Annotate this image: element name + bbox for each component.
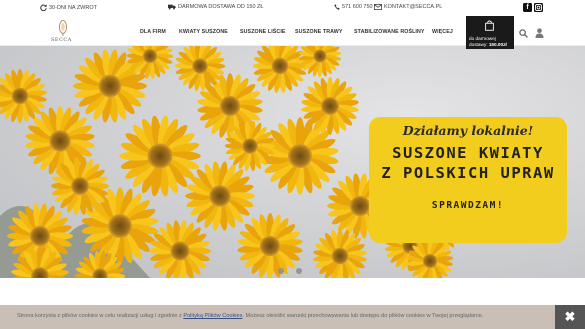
- cookie-text-before: Strona korzysta z plików cookies w celu …: [17, 313, 184, 319]
- search-icon[interactable]: [519, 29, 528, 38]
- top-info-bar: 30-DNI NA ZWROT DARMOWA DOSTAWA OD 150 Z…: [0, 0, 585, 16]
- instagram-icon[interactable]: [534, 3, 543, 12]
- facebook-icon[interactable]: f: [523, 3, 532, 12]
- promo-title-line2: Z POLSKICH UPRAW: [381, 164, 555, 182]
- logo-emblem-icon: [58, 20, 68, 36]
- promo-cta-button[interactable]: SPRAWDZAM!: [369, 200, 567, 211]
- truck-icon: [168, 4, 176, 10]
- phone-link[interactable]: 571 600 750: [334, 4, 373, 10]
- nav-item-dla-firm[interactable]: DLA FIRM: [140, 29, 166, 35]
- content-area: [0, 278, 585, 305]
- envelope-icon: [374, 4, 382, 10]
- logo-text: SECCA: [51, 37, 72, 43]
- nav-item-wiecej[interactable]: WIĘCEJ: [432, 29, 453, 35]
- slider-dot-3[interactable]: [296, 268, 302, 274]
- cookie-text-after: . Możesz określić warunki przechowywania…: [242, 313, 484, 319]
- email-text: KONTAKT@SECCA.PL: [384, 4, 443, 10]
- returns-text: 30-DNI NA ZWROT: [49, 4, 97, 11]
- nav-item-suszone-liscie[interactable]: SUSZONE LIŚCIE: [240, 29, 286, 35]
- delivery-info: DARMOWA DOSTAWA OD 150 ZŁ: [168, 4, 263, 10]
- promo-banner: Działamy lokalnie! SUSZONE KWIATY Z POLS…: [369, 117, 567, 243]
- slider-dot-1[interactable]: [278, 268, 284, 274]
- slider-dots: [278, 268, 302, 274]
- shopping-bag-icon: [485, 20, 494, 31]
- nav-item-kwiaty-suszone[interactable]: KWIATY SUSZONE: [179, 29, 228, 35]
- email-link[interactable]: KONTAKT@SECCA.PL: [374, 4, 442, 10]
- phone-text: 571 600 750: [342, 4, 373, 10]
- cart-button[interactable]: do darmowej dostawy: 150.00zł: [466, 16, 514, 49]
- returns-info: 30-DNI NA ZWROT: [40, 4, 97, 11]
- hero-slider[interactable]: Działamy lokalnie! SUSZONE KWIATY Z POLS…: [0, 46, 585, 278]
- user-icon[interactable]: [535, 28, 544, 38]
- promo-title: SUSZONE KWIATY Z POLSKICH UPRAW: [369, 143, 567, 183]
- promo-subtitle: Działamy lokalnie!: [402, 123, 534, 138]
- cart-free-delivery-amount: dostawy: 150.00zł: [469, 42, 512, 48]
- cookie-banner: Strona korzysta z plików cookies w celu …: [0, 305, 585, 329]
- delivery-text: DARMOWA DOSTAWA OD 150 ZŁ: [178, 4, 264, 10]
- cookie-policy-link[interactable]: Polityką Plików Cookies: [183, 313, 242, 319]
- refresh-icon: [40, 4, 47, 11]
- cart-amount: 150.00zł: [488, 42, 507, 47]
- nav-item-suszone-trawy[interactable]: SUSZONE TRAWY: [295, 29, 343, 35]
- close-icon[interactable]: ✖: [555, 305, 585, 329]
- cookie-message: Strona korzysta z plików cookies w celu …: [17, 313, 483, 319]
- phone-icon: [334, 4, 340, 10]
- nav-item-stabilizowane-rosliny[interactable]: STABILIZOWANE ROŚLINY: [354, 29, 425, 35]
- cart-amount-prefix: dostawy:: [469, 42, 489, 47]
- promo-title-line1: SUSZONE KWIATY: [392, 144, 544, 162]
- slider-dot-2[interactable]: [287, 268, 293, 274]
